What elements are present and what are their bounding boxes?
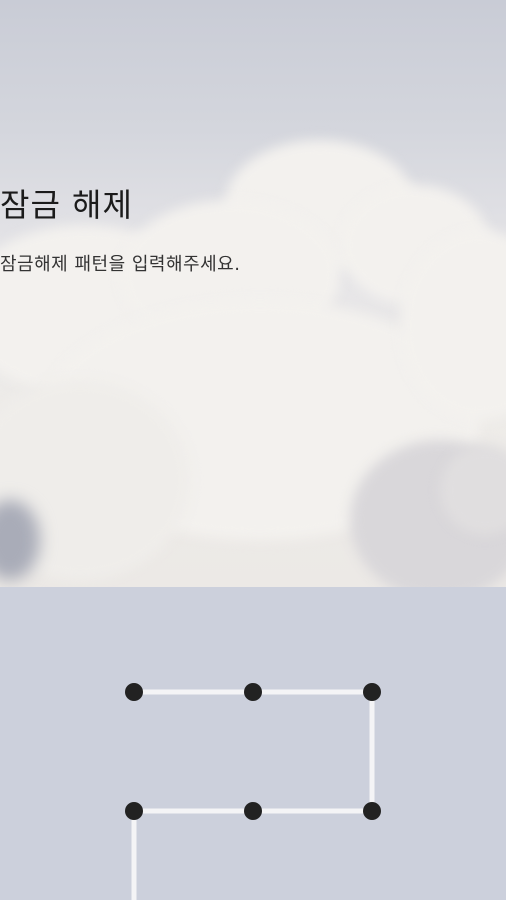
pattern-dot-6[interactable]	[363, 802, 381, 820]
pattern-path	[131, 689, 375, 900]
pattern-dot-3[interactable]	[363, 683, 381, 701]
pattern-dot-4[interactable]	[125, 802, 143, 820]
unlock-instruction: 잠금해제 패턴을 입력해주세요.	[0, 254, 241, 275]
page-title: 잠금 해제	[0, 186, 133, 224]
pattern-dot-1[interactable]	[125, 683, 143, 701]
pattern-dot-5[interactable]	[244, 802, 262, 820]
pattern-grid[interactable]	[0, 587, 506, 900]
cloud-background: 잠금 해제 잠금해제 패턴을 입력해주세요.	[0, 0, 506, 587]
pattern-lock-pad[interactable]	[0, 587, 506, 900]
pattern-dot-2[interactable]	[244, 683, 262, 701]
